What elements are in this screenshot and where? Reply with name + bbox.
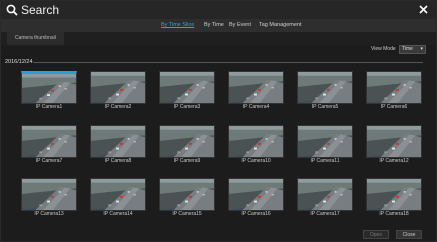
camera-snapshot[interactable] xyxy=(21,125,77,158)
tab-by-event[interactable]: By Event xyxy=(229,19,251,32)
camera-snapshot[interactable] xyxy=(159,71,215,104)
camera-snapshot[interactable] xyxy=(228,71,284,104)
view-mode-label: View Mode xyxy=(371,46,396,52)
camera-thumbnail[interactable]: IP Camera15 xyxy=(159,178,215,218)
camera-thumbnail[interactable]: IP Camera17 xyxy=(297,178,353,218)
camera-snapshot[interactable] xyxy=(297,125,353,158)
view-mode-select[interactable]: Time ▾ xyxy=(399,45,426,54)
camera-label: IP Camera18 xyxy=(379,211,409,217)
camera-thumbnail[interactable]: IP Camera13 xyxy=(21,178,77,218)
camera-thumbnail[interactable]: IP Camera11 xyxy=(297,125,353,165)
close-icon[interactable] xyxy=(417,3,430,16)
search-icon xyxy=(6,4,18,16)
date-divider xyxy=(33,62,423,63)
window-title: Search xyxy=(21,3,60,17)
camera-snapshot[interactable] xyxy=(159,178,215,211)
camera-label: IP Camera9 xyxy=(173,158,201,164)
camera-thumbnail[interactable]: IP Camera3 xyxy=(159,71,215,111)
camera-snapshot[interactable] xyxy=(90,178,146,211)
chevron-down-icon: ▾ xyxy=(420,46,423,52)
camera-thumbnail[interactable]: IP Camera14 xyxy=(90,178,146,218)
camera-snapshot[interactable] xyxy=(366,125,422,158)
camera-label: IP Camera1 xyxy=(35,104,63,110)
tab-tag-management[interactable]: Tag Management xyxy=(259,19,302,32)
camera-label: IP Camera10 xyxy=(241,158,271,164)
camera-thumbnail[interactable]: IP Camera4 xyxy=(228,71,284,111)
camera-label: IP Camera2 xyxy=(104,104,132,110)
date-label: 2016/12/24 xyxy=(5,59,33,65)
breadcrumb-item-camera-thumbnail[interactable]: Camera thumbnail xyxy=(7,32,64,45)
camera-thumbnail[interactable]: IP Camera7 xyxy=(21,125,77,165)
camera-thumbnail[interactable]: IP Camera9 xyxy=(159,125,215,165)
camera-label: IP Camera3 xyxy=(173,104,201,110)
camera-snapshot[interactable] xyxy=(90,71,146,104)
tab-bar: By Time Slice By Time By Event Tag Manag… xyxy=(1,19,436,32)
camera-snapshot[interactable] xyxy=(228,178,284,211)
camera-snapshot[interactable] xyxy=(228,125,284,158)
camera-snapshot[interactable] xyxy=(366,178,422,211)
camera-label: IP Camera5 xyxy=(311,104,339,110)
camera-snapshot[interactable] xyxy=(297,71,353,104)
camera-snapshot[interactable] xyxy=(90,125,146,158)
camera-label: IP Camera8 xyxy=(104,158,132,164)
view-mode-value: Time xyxy=(402,46,413,52)
camera-thumbnail[interactable]: IP Camera12 xyxy=(366,125,422,165)
camera-label: IP Camera4 xyxy=(242,104,270,110)
camera-snapshot[interactable] xyxy=(21,71,77,104)
camera-label: IP Camera16 xyxy=(241,211,271,217)
camera-label: IP Camera14 xyxy=(103,211,133,217)
camera-label: IP Camera7 xyxy=(35,158,63,164)
camera-thumbnail[interactable]: IP Camera8 xyxy=(90,125,146,165)
camera-label: IP Camera15 xyxy=(172,211,202,217)
camera-thumbnail[interactable]: IP Camera10 xyxy=(228,125,284,165)
camera-thumbnail[interactable]: IP Camera16 xyxy=(228,178,284,218)
camera-thumbnail[interactable]: IP Camera18 xyxy=(366,178,422,218)
camera-snapshot[interactable] xyxy=(297,178,353,211)
camera-label: IP Camera6 xyxy=(380,104,408,110)
camera-label: IP Camera12 xyxy=(379,158,409,164)
camera-snapshot[interactable] xyxy=(159,125,215,158)
camera-thumbnail[interactable]: IP Camera2 xyxy=(90,71,146,111)
camera-thumbnail[interactable]: IP Camera1 xyxy=(21,71,77,111)
tab-by-time[interactable]: By Time xyxy=(204,19,224,32)
camera-label: IP Camera11 xyxy=(310,158,340,164)
camera-snapshot[interactable] xyxy=(21,178,77,211)
camera-label: IP Camera17 xyxy=(310,211,340,217)
camera-label: IP Camera13 xyxy=(34,211,64,217)
search-window: Search By Time Slice By Time By Event Ta… xyxy=(0,0,437,242)
camera-snapshot[interactable] xyxy=(366,71,422,104)
close-button[interactable]: Close xyxy=(396,230,422,239)
camera-thumbnail[interactable]: IP Camera5 xyxy=(297,71,353,111)
tab-by-time-slice[interactable]: By Time Slice xyxy=(161,19,194,32)
open-button[interactable]: Open xyxy=(363,230,389,239)
camera-thumbnail[interactable]: IP Camera6 xyxy=(366,71,422,111)
breadcrumb: Camera thumbnail xyxy=(1,32,436,45)
title-bar: Search xyxy=(1,1,436,19)
